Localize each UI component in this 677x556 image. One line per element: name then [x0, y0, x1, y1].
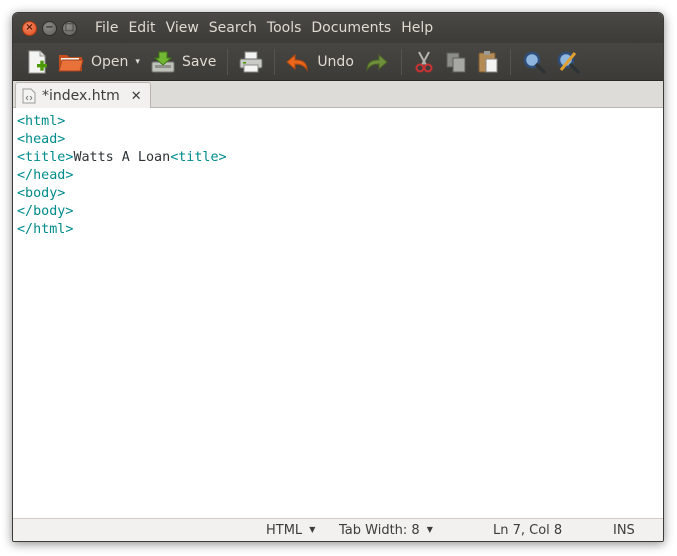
paste-button[interactable] — [472, 46, 504, 78]
toolbar: Open ▾ Save Undo — [13, 43, 663, 81]
menu-documents[interactable]: Documents — [306, 20, 396, 36]
html-tag-token: </head> — [17, 168, 74, 183]
save-label: Save — [181, 53, 217, 70]
chevron-down-icon: ▼ — [426, 525, 433, 534]
new-document-icon — [28, 50, 47, 73]
html-tag-token: <html> — [17, 114, 66, 129]
code-line[interactable]: <title>Watts A Loan<title> — [17, 149, 663, 167]
redo-button[interactable] — [359, 46, 395, 78]
new-button[interactable] — [21, 46, 53, 78]
html-file-icon — [22, 88, 36, 104]
tab-label: *index.htm — [42, 88, 120, 104]
menu-help[interactable]: Help — [396, 20, 438, 36]
save-button[interactable]: Save — [146, 46, 221, 78]
text-editor[interactable]: <html> <head> <title>Watts A Loan<title> </… — [13, 108, 663, 520]
find-replace-button[interactable] — [551, 46, 585, 78]
close-window-button[interactable]: × — [22, 20, 37, 36]
menu-edit[interactable]: Edit — [123, 20, 160, 36]
html-tag-token: <title> — [17, 150, 74, 165]
code-line[interactable]: <body> — [17, 185, 663, 203]
menu-file[interactable]: File — [90, 20, 123, 36]
redo-icon — [366, 53, 388, 72]
status-bar: HTML ▼ Tab Width: 8 ▼ Ln 7, Col 8 INS — [13, 518, 663, 541]
find-replace-icon — [557, 51, 580, 74]
open-label: Open — [91, 53, 129, 70]
scissors-icon — [415, 51, 433, 72]
language-selector[interactable]: HTML ▼ — [266, 523, 315, 538]
language-label: HTML — [266, 523, 303, 538]
html-tag-token: <body> — [17, 186, 66, 201]
undo-button[interactable]: Undo — [281, 46, 359, 78]
cursor-position: Ln 7, Col 8 — [493, 523, 563, 538]
maximize-window-button[interactable]: □ — [62, 20, 77, 36]
text-token: Watts A Loan — [73, 150, 171, 165]
tab-width-label: Tab Width: 8 — [339, 523, 420, 538]
code-line[interactable]: </body> — [17, 203, 663, 221]
code-line[interactable]: <html> — [17, 113, 663, 131]
menu-tools[interactable]: Tools — [262, 20, 307, 36]
html-tag-token: <head> — [17, 132, 66, 147]
html-tag-token: </html> — [17, 222, 74, 237]
toolbar-separator — [400, 48, 402, 75]
menu-bar: × − □ File Edit View Search Tools Docume… — [13, 13, 663, 43]
editor-window: × − □ File Edit View Search Tools Docume… — [12, 12, 664, 542]
code-line[interactable]: </html> — [17, 221, 663, 239]
tab-width-selector[interactable]: Tab Width: 8 ▼ — [339, 523, 433, 538]
code-line[interactable]: </head> — [17, 167, 663, 185]
find-button[interactable] — [517, 46, 551, 78]
toolbar-separator — [274, 48, 276, 75]
tab-index-htm[interactable]: *index.htm ✕ — [15, 82, 151, 109]
print-button[interactable] — [234, 46, 268, 78]
minimize-window-button[interactable]: − — [42, 20, 57, 36]
insert-mode-indicator: INS — [613, 523, 635, 538]
window-controls: × − □ — [22, 20, 90, 36]
copy-icon — [446, 52, 466, 72]
tab-bar: *index.htm ✕ — [13, 81, 663, 109]
menu-view[interactable]: View — [161, 20, 204, 36]
clipboard-icon — [478, 50, 498, 72]
print-icon — [239, 51, 263, 72]
copy-button[interactable] — [440, 46, 472, 78]
open-button[interactable]: Open — [53, 46, 133, 78]
chevron-down-icon: ▼ — [309, 525, 316, 534]
save-icon — [151, 51, 175, 72]
cut-button[interactable] — [408, 46, 440, 78]
html-tag-token: </body> — [17, 204, 74, 219]
html-tag-token: <title> — [170, 150, 227, 165]
toolbar-separator — [509, 48, 511, 75]
undo-icon — [286, 53, 308, 72]
code-line[interactable]: <head> — [17, 131, 663, 149]
close-tab-icon[interactable]: ✕ — [131, 89, 142, 104]
magnifier-icon — [523, 51, 546, 74]
menu-search[interactable]: Search — [204, 20, 262, 36]
open-recent-dropdown[interactable]: ▾ — [133, 57, 146, 67]
undo-label: Undo — [317, 53, 354, 70]
toolbar-separator — [227, 48, 229, 75]
folder-icon — [58, 54, 84, 71]
menu: File Edit View Search Tools Documents He… — [90, 20, 438, 36]
